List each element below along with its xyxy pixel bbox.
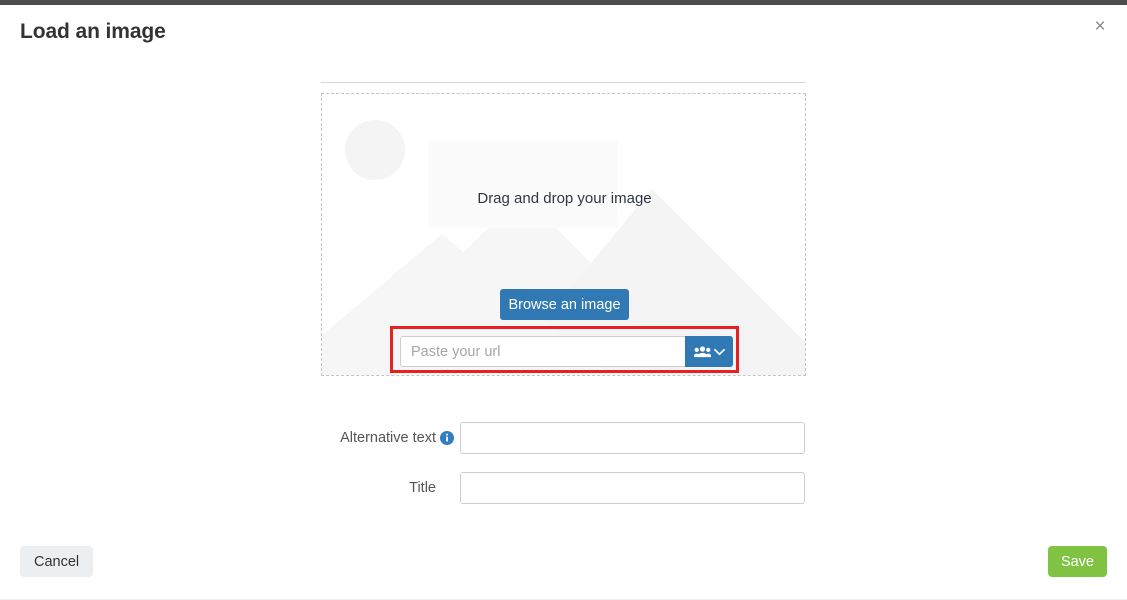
browser-top-strip — [0, 0, 1127, 5]
url-field-highlight — [390, 326, 739, 373]
section-divider — [321, 82, 806, 83]
title-label: Title — [409, 480, 436, 496]
save-button[interactable]: Save — [1047, 546, 1107, 577]
title-input[interactable] — [460, 472, 805, 504]
info-circle-icon[interactable] — [440, 431, 454, 445]
url-input[interactable] — [400, 336, 685, 367]
modal-footer: Cancel Save — [0, 540, 1127, 600]
close-icon[interactable]: × — [1089, 16, 1111, 38]
chevron-down-icon — [713, 348, 725, 355]
users-icon — [693, 346, 711, 358]
alternative-text-input[interactable] — [460, 422, 805, 454]
page-title: Load an image — [20, 20, 166, 43]
alternative-text-row: Alternative text — [0, 422, 1127, 454]
alternative-text-label: Alternative text — [340, 430, 436, 446]
image-dropzone[interactable]: Drag and drop your image Browse an image — [321, 93, 806, 376]
drag-drop-label: Drag and drop your image — [477, 190, 652, 207]
url-source-dropdown-button[interactable] — [685, 336, 733, 367]
load-image-modal: Load an image × Drag and drop your image… — [0, 0, 1127, 600]
browse-image-button[interactable]: Browse an image — [500, 289, 629, 320]
url-input-group — [400, 336, 733, 367]
title-row: Title — [0, 472, 1127, 504]
cancel-button[interactable]: Cancel — [20, 546, 94, 577]
